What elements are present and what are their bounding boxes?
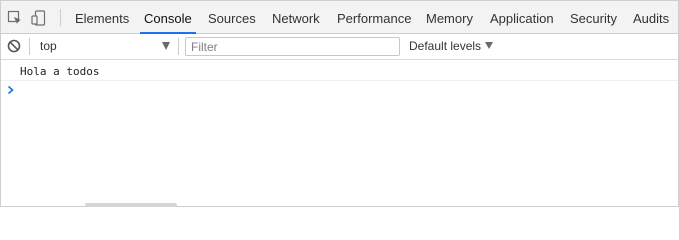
console-output[interactable]: Hola a todos: [1, 60, 678, 200]
tab-network[interactable]: Network: [272, 1, 320, 33]
context-selector-value: top: [40, 39, 57, 53]
console-message-text: Hola a todos: [20, 65, 100, 78]
console-message: Hola a todos: [1, 60, 678, 81]
clear-console-icon[interactable]: [7, 39, 21, 53]
triangle-down-icon: [162, 42, 170, 50]
tab-console[interactable]: Console: [140, 1, 196, 34]
log-levels-dropdown[interactable]: Default levels: [409, 34, 494, 59]
tab-performance[interactable]: Performance: [337, 1, 411, 33]
context-selector[interactable]: top: [34, 34, 174, 59]
device-toolbar-icon[interactable]: [31, 10, 47, 26]
tab-security[interactable]: Security: [570, 1, 617, 33]
tab-audits[interactable]: Audits: [633, 1, 669, 33]
filter-input[interactable]: [185, 37, 400, 56]
triangle-down-icon: [485, 42, 494, 49]
tab-memory[interactable]: Memory: [426, 1, 473, 33]
toolbar-separator: [29, 38, 30, 55]
inspect-element-icon[interactable]: [7, 10, 23, 26]
toolbar-separator: [60, 9, 61, 26]
console-toolbar: top Default levels: [1, 34, 678, 60]
tab-application[interactable]: Application: [490, 1, 554, 33]
tab-elements[interactable]: Elements: [75, 1, 129, 33]
console-prompt-chevron-icon: [7, 85, 14, 95]
toolbar-separator: [178, 38, 179, 55]
devtools-tabbar: Elements Console Sources Network Perform…: [1, 1, 678, 34]
tab-sources[interactable]: Sources: [208, 1, 256, 33]
horizontal-scrollbar[interactable]: [85, 203, 177, 207]
log-levels-label: Default levels: [409, 39, 482, 53]
